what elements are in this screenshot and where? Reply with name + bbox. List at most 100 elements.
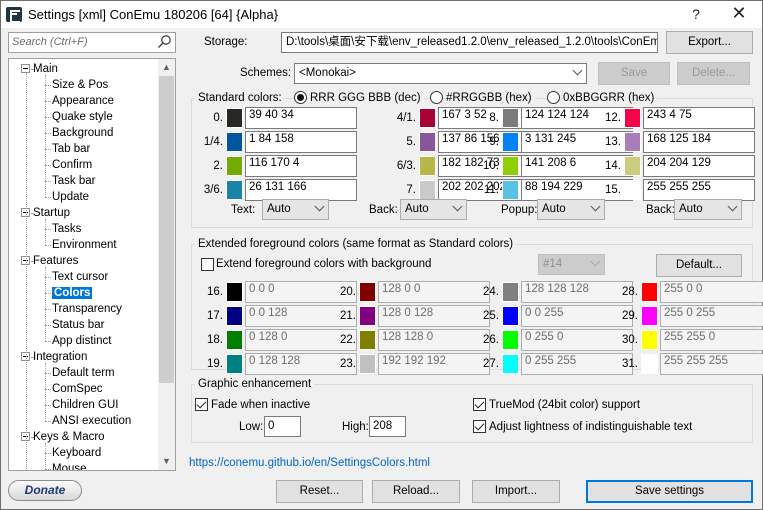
color-value-input[interactable]: 128 0 0 [378,281,490,303]
tree-item-transparency[interactable]: Transparency [52,301,122,317]
color-swatch[interactable] [502,306,519,326]
tree-item-ansi-execution[interactable]: ANSI execution [52,413,131,429]
color-value-input[interactable]: 26 131 166 [245,179,357,201]
schemes-dropdown[interactable]: <Monokai> [294,63,587,84]
tree-item-colors[interactable]: Colors [52,285,93,301]
collapse-icon[interactable] [21,64,30,73]
search-icon[interactable] [156,34,172,50]
color-value-input[interactable]: 116 170 4 [245,155,357,177]
color-swatch[interactable] [641,306,658,326]
text-color-dropdown[interactable]: Auto [262,199,329,220]
color-swatch[interactable] [226,330,243,350]
color-swatch[interactable] [226,354,243,374]
tree-item-confirm[interactable]: Confirm [52,157,92,173]
color-value-input[interactable]: 128 128 0 [378,329,490,351]
popup-color-dropdown[interactable]: Auto [537,199,605,220]
scroll-thumb[interactable] [159,76,174,383]
extend-foreground-checkbox[interactable] [201,258,214,271]
color-swatch[interactable] [226,306,243,326]
color-swatch[interactable] [624,132,641,152]
color-swatch[interactable] [502,354,519,374]
delete-scheme-button[interactable]: Delete... [677,62,750,85]
color-value-input[interactable]: 1 84 158 [245,131,357,153]
help-button[interactable]: ? [689,6,703,22]
color-swatch[interactable] [359,330,376,350]
color-value-input[interactable]: 0 255 0 [521,329,633,351]
tree-item-children-gui[interactable]: Children GUI [52,397,118,413]
export-button[interactable]: Export... [666,31,753,54]
color-value-input[interactable]: 128 0 128 [378,305,490,327]
donate-button[interactable]: Donate [8,480,82,501]
high-input[interactable]: 208 [369,416,406,437]
default-colors-button[interactable]: Default... [656,254,742,277]
help-link[interactable]: https://conemu.github.io/en/SettingsColo… [189,457,430,469]
truemod-checkbox[interactable] [473,398,486,411]
color-value-input[interactable]: 128 128 128 [521,281,633,303]
search-input[interactable]: Search (Ctrl+F) [8,32,176,53]
tree-item-text-cursor[interactable]: Text cursor [52,269,108,285]
color-swatch[interactable] [226,282,243,302]
tree-item-task-bar[interactable]: Task bar [52,173,95,189]
scroll-down-arrow-icon[interactable]: ▼ [158,453,175,470]
color-swatch[interactable] [419,108,436,128]
color-swatch[interactable] [226,180,243,200]
tree-item-startup[interactable]: Startup [33,205,70,221]
format-dec-radio[interactable] [294,91,307,104]
format-bgr-radio[interactable] [547,91,560,104]
format-hex-radio[interactable] [430,91,443,104]
color-swatch[interactable] [419,156,436,176]
close-button[interactable]: ✕ [728,3,750,24]
tree-item-keys-macro[interactable]: Keys & Macro [33,429,105,445]
tree-item-integration[interactable]: Integration [33,349,87,365]
color-swatch[interactable] [502,156,519,176]
popup-back-color-dropdown[interactable]: Auto [674,199,742,220]
color-swatch[interactable] [226,156,243,176]
tree-item-appearance[interactable]: Appearance [52,93,114,109]
reload-button[interactable]: Reload... [372,480,460,503]
color-swatch[interactable] [359,306,376,326]
color-swatch[interactable] [419,132,436,152]
tree-item-size-pos[interactable]: Size & Pos [52,77,108,93]
tree-item-app-distinct[interactable]: App distinct [52,333,111,349]
extended-index-dropdown[interactable]: #14 [538,254,605,275]
tree-item-tab-bar[interactable]: Tab bar [52,141,90,157]
color-value-input[interactable]: 255 255 0 [660,329,763,351]
settings-tree[interactable]: Main Size & Pos Appearance Quake style Backg… [8,58,176,471]
color-swatch[interactable] [502,282,519,302]
color-value-input[interactable]: 0 0 255 [521,305,633,327]
color-swatch[interactable] [419,180,436,200]
color-swatch[interactable] [641,330,658,350]
fade-inactive-checkbox[interactable] [195,398,208,411]
import-button[interactable]: Import... [472,480,560,503]
tree-item-mouse[interactable]: Mouse [52,461,87,470]
color-value-input[interactable]: 204 204 129 [643,155,755,177]
scroll-up-arrow-icon[interactable]: ▲ [158,59,175,76]
tree-item-environment[interactable]: Environment [52,237,117,253]
adjust-lightness-checkbox[interactable] [473,420,486,433]
tree-item-comspec[interactable]: ComSpec [52,381,103,397]
color-value-input[interactable]: 255 0 255 [660,305,763,327]
tree-item-default-term[interactable]: Default term [52,365,115,381]
color-value-input[interactable]: 0 255 255 [521,353,633,375]
color-value-input[interactable]: 255 0 0 [660,281,763,303]
color-value-input[interactable]: 168 125 184 [643,131,755,153]
color-swatch[interactable] [502,108,519,128]
tree-item-keyboard[interactable]: Keyboard [52,445,101,461]
color-swatch[interactable] [226,108,243,128]
tree-item-status-bar[interactable]: Status bar [52,317,104,333]
back-color-dropdown[interactable]: Auto [400,199,467,220]
color-swatch[interactable] [502,132,519,152]
save-scheme-button[interactable]: Save [598,62,670,85]
tree-scrollbar[interactable]: ▲ ▼ [158,59,175,470]
color-value-input[interactable]: 243 4 75 [643,107,755,129]
tree-item-features[interactable]: Features [33,253,78,269]
storage-path-field[interactable]: D:\tools\桌面\安下载\env_released1.2.0\env_re… [281,32,658,53]
color-swatch[interactable] [641,354,658,374]
color-swatch[interactable] [359,354,376,374]
tree-item-background[interactable]: Background [52,125,113,141]
color-swatch[interactable] [624,180,641,200]
tree-item-tasks[interactable]: Tasks [52,221,81,237]
color-swatch[interactable] [641,282,658,302]
color-value-input[interactable]: 255 255 255 [660,353,763,375]
save-settings-button[interactable]: Save settings [586,480,753,503]
